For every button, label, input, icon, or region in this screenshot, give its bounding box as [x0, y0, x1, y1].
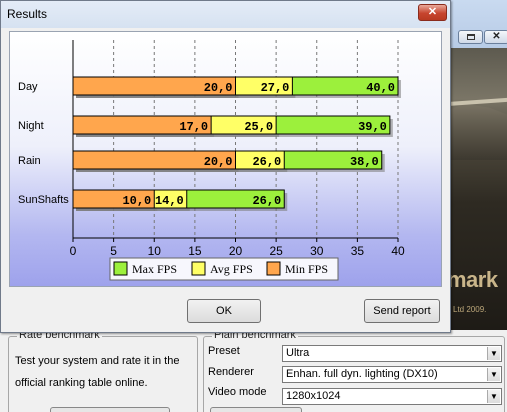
x-tick-label: 20: [229, 244, 243, 258]
fps-bar-chart: 0 5 10 15 20 25 30 35 40 Day 40,0 27,0 20,0 Night 39,0…: [18, 40, 405, 281]
preset-value: Ultra: [286, 347, 310, 359]
min-fps-value-label: 20,0: [204, 81, 233, 95]
preset-select[interactable]: Ultra ▼: [282, 345, 502, 362]
min-fps-legend-swatch: [266, 261, 281, 276]
renderer-value: Enhan. full dyn. lighting (DX10): [286, 368, 438, 380]
game-logo-text: mark: [447, 267, 498, 292]
run-button[interactable]: [210, 407, 302, 412]
results-dialog: Results ✕ 0 5 10 15 20 25 30 35 40 Day 40,0 27,0 20,…: [0, 0, 451, 333]
chevron-down-icon[interactable]: ▼: [487, 390, 500, 403]
fps-chart-panel: 0 5 10 15 20 25 30 35 40 Day 40,0 27,0 20,0 Night 39,0…: [9, 31, 442, 287]
x-tick-label: 15: [188, 244, 202, 258]
video-mode-label: Video mode: [208, 386, 267, 398]
avg-fps-legend-swatch: [191, 261, 206, 276]
x-tick-label: 10: [148, 244, 162, 258]
min-fps-value-label: 20,0: [204, 155, 233, 169]
chevron-down-icon[interactable]: ▼: [487, 347, 500, 360]
restore-icon: [466, 34, 475, 40]
x-tick-label: 5: [110, 244, 117, 258]
video-mode-select[interactable]: 1280x1024 ▼: [282, 388, 502, 405]
avg-fps-legend-label: Avg FPS: [210, 262, 253, 276]
x-tick-label: 0: [70, 244, 77, 258]
min-fps-legend-label: Min FPS: [285, 262, 328, 276]
avg-fps-value-label: 14,0: [155, 194, 184, 208]
rate-benchmark-description: Test your system and rate it in the offi…: [15, 355, 180, 389]
launcher-restore-button[interactable]: [458, 30, 483, 44]
min-fps-value-label: 17,0: [179, 120, 208, 134]
ok-button[interactable]: OK: [187, 299, 261, 323]
max-fps-value-label: 26,0: [252, 194, 281, 208]
rate-button[interactable]: [50, 407, 170, 412]
renderer-label: Renderer: [208, 366, 254, 378]
max-fps-value-label: 40,0: [366, 81, 395, 95]
x-tick-label: 35: [351, 244, 365, 258]
category-label: Rain: [18, 155, 41, 167]
min-fps-value-label: 10,0: [122, 194, 151, 208]
avg-fps-value-label: 26,0: [252, 155, 281, 169]
renderer-select[interactable]: Enhan. full dyn. lighting (DX10) ▼: [282, 366, 502, 383]
window-title: Results: [7, 7, 48, 21]
game-copyright: Ltd 2009.: [453, 305, 487, 314]
max-fps-legend-label: Max FPS: [132, 262, 177, 276]
max-fps-value-label: 38,0: [350, 155, 379, 169]
preset-label: Preset: [208, 345, 240, 357]
chevron-down-icon[interactable]: ▼: [487, 368, 500, 381]
close-icon: ✕: [427, 6, 438, 18]
category-label: Night: [18, 120, 44, 132]
close-icon: ✕: [492, 31, 501, 42]
launcher-close-button[interactable]: ✕: [484, 30, 507, 44]
avg-fps-value-label: 27,0: [261, 81, 290, 95]
x-tick-label: 30: [310, 244, 324, 258]
max-fps-legend-swatch: [113, 261, 128, 276]
send-report-button[interactable]: Send report: [364, 299, 440, 323]
x-tick-label: 25: [269, 244, 283, 258]
close-button[interactable]: ✕: [418, 4, 447, 21]
title-bar: Results ✕: [1, 1, 450, 28]
category-label: Day: [18, 81, 38, 93]
category-label: SunShafts: [18, 194, 69, 206]
video-mode-value: 1280x1024: [286, 390, 341, 402]
avg-fps-value-label: 25,0: [244, 120, 273, 134]
x-tick-label: 40: [391, 244, 405, 258]
max-fps-value-label: 39,0: [358, 120, 387, 134]
